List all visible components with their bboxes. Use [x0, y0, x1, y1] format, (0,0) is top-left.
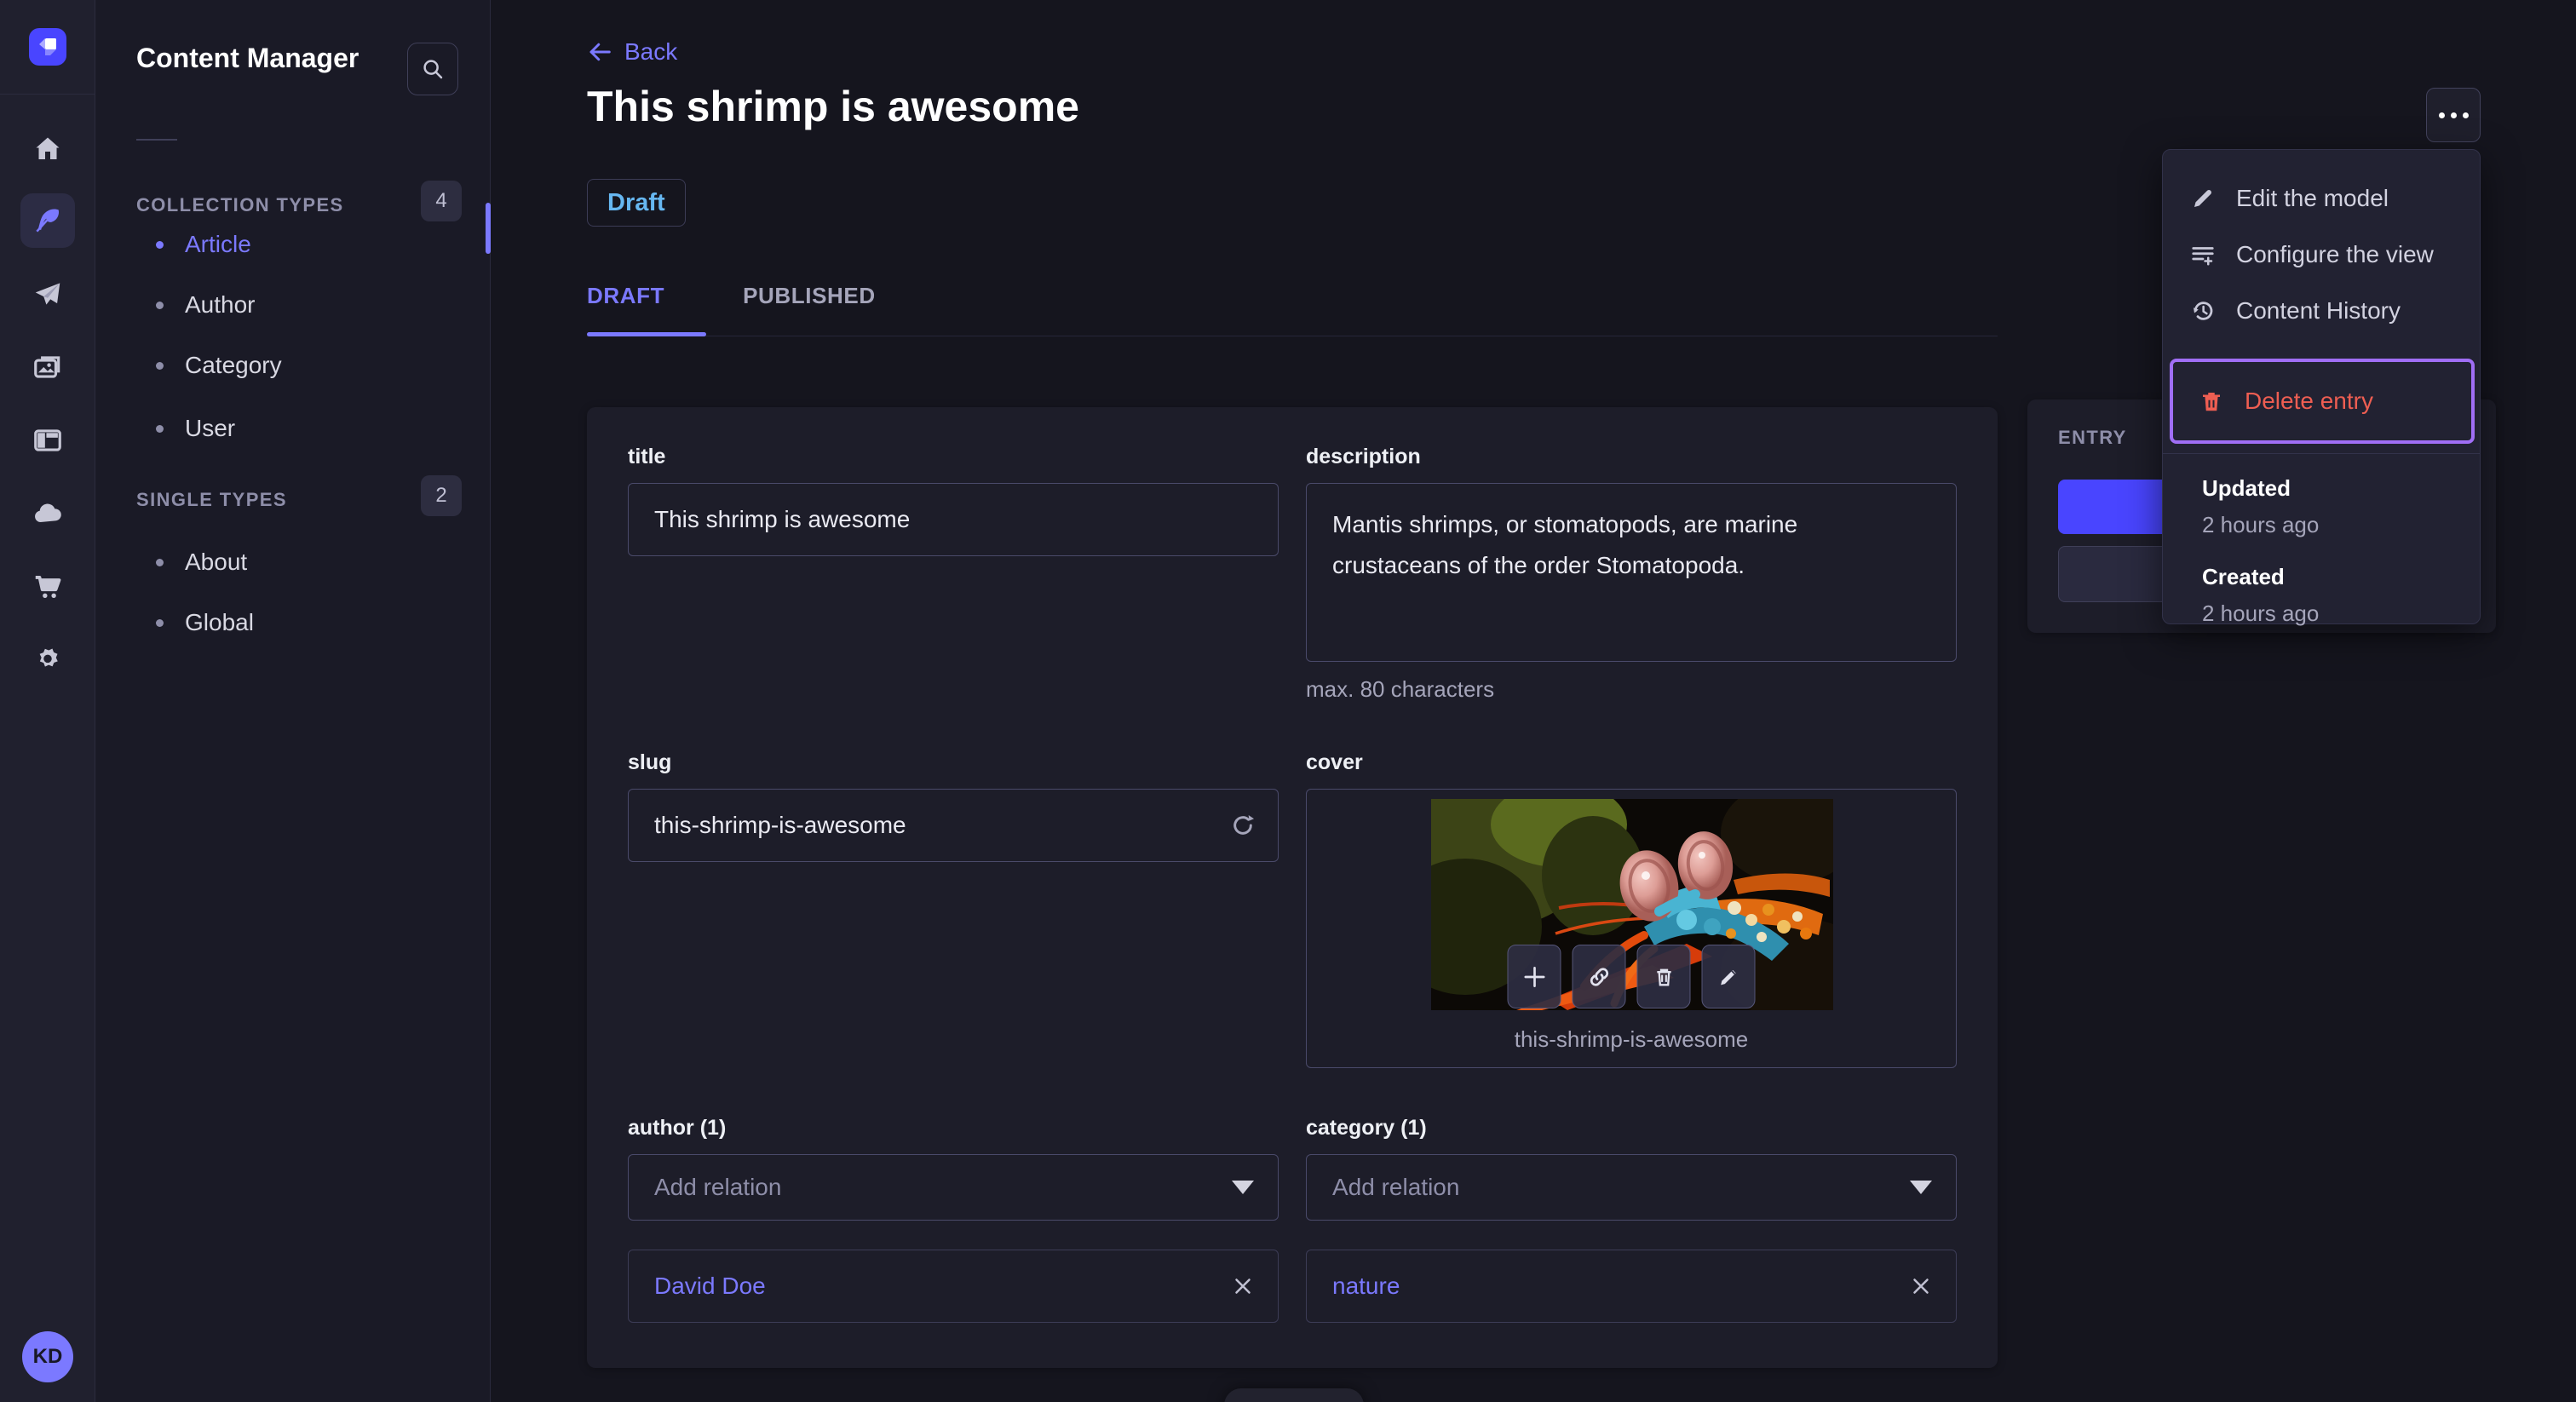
content-manager-sidebar: Content Manager COLLECTION TYPES 4 Artic… [95, 0, 491, 1402]
cover-actions [1507, 945, 1756, 1008]
configure-list-icon [2192, 247, 2214, 266]
paper-plane-icon[interactable] [20, 267, 75, 321]
media-library-icon[interactable] [20, 340, 75, 394]
description-hint: max. 80 characters [1306, 676, 1495, 702]
sidebar-item-user[interactable]: User [95, 401, 490, 456]
entry-meta: Updated 2 hours ago Created 2 hours ago [2202, 475, 2319, 627]
add-asset-button[interactable] [1507, 945, 1561, 1008]
sidebar-item-about[interactable]: About [95, 535, 490, 589]
slug-label: slug [628, 750, 672, 774]
bullet-icon [156, 301, 164, 309]
rail-divider [0, 94, 95, 95]
section-collection-types: COLLECTION TYPES [136, 194, 344, 215]
created-label: Created [2202, 564, 2285, 589]
sidebar-item-category[interactable]: Category [95, 338, 490, 393]
field-author: author (1) Add relation David Doe [628, 1116, 1279, 1323]
menu-item-edit-model[interactable]: Edit the model [2163, 170, 2480, 227]
home-icon[interactable] [20, 122, 75, 176]
user-avatar[interactable]: KD [22, 1331, 73, 1382]
main-nav-rail: KD [0, 0, 95, 1402]
field-description: description Mantis shrimps, or stomatopo… [1306, 445, 1957, 703]
tab-draft[interactable]: DRAFT [587, 283, 664, 309]
bottom-floating-element [1224, 1388, 1364, 1402]
menu-item-configure-view[interactable]: Configure the view [2163, 227, 2480, 283]
updated-value: 2 hours ago [2202, 512, 2320, 537]
category-relation-select[interactable]: Add relation [1306, 1154, 1957, 1221]
more-actions-button[interactable] [2426, 88, 2481, 142]
strapi-logo-glyph [39, 38, 56, 55]
author-relation-item: David Doe [628, 1250, 1279, 1323]
version-tabs: DRAFT PUBLISHED [587, 283, 876, 309]
main-content: Back This shrimp is awesome Draft DRAFT … [491, 0, 2576, 1402]
strapi-logo[interactable] [29, 28, 66, 66]
cover-filename: this-shrimp-is-awesome [1514, 1026, 1749, 1052]
entry-panel-title: ENTRY [2058, 427, 2127, 448]
layout-card-icon[interactable] [20, 413, 75, 468]
pencil-icon [2194, 190, 2211, 207]
category-relation-item: nature [1306, 1250, 1957, 1323]
bullet-icon [156, 424, 164, 433]
sidebar-divider [136, 139, 177, 141]
settings-gear-icon[interactable] [20, 633, 75, 687]
sidebar-item-global[interactable]: Global [95, 595, 490, 650]
search-icon [423, 60, 443, 79]
relation-link[interactable]: nature [1332, 1273, 1400, 1300]
collection-types-count-badge: 4 [421, 181, 462, 221]
description-label: description [1306, 445, 1421, 468]
entry-form-panel: title description Mantis shrimps, or sto… [587, 407, 1998, 1368]
bullet-icon [156, 558, 164, 566]
bullet-icon [156, 361, 164, 370]
copy-link-button[interactable] [1572, 945, 1626, 1008]
search-button[interactable] [407, 43, 458, 95]
delete-asset-button[interactable] [1636, 945, 1691, 1008]
author-relation-select[interactable]: Add relation [628, 1154, 1279, 1221]
sidebar-item-author[interactable]: Author [95, 278, 490, 332]
status-badge: Draft [587, 179, 686, 227]
slug-input[interactable] [628, 789, 1279, 862]
author-label: author (1) [628, 1116, 727, 1140]
updated-label: Updated [2202, 475, 2291, 501]
trash-icon [2203, 393, 2220, 411]
section-single-types: SINGLE TYPES [136, 489, 287, 510]
title-input[interactable] [628, 483, 1279, 556]
cover-label: cover [1306, 750, 1363, 774]
menu-item-content-history[interactable]: Content History [2163, 283, 2480, 339]
relation-link[interactable]: David Doe [654, 1273, 766, 1300]
sidebar-title: Content Manager [136, 43, 359, 73]
category-label: category (1) [1306, 1116, 1427, 1140]
cloud-icon[interactable] [20, 486, 75, 541]
page-title: This shrimp is awesome [587, 83, 1079, 130]
edit-asset-button[interactable] [1701, 945, 1756, 1008]
content-manager-feather-icon[interactable] [20, 193, 75, 248]
more-actions-menu: Edit the model Configure the view Conten… [2162, 149, 2481, 627]
back-arrow-icon [589, 43, 611, 61]
description-textarea[interactable]: Mantis shrimps, or stomatopods, are mari… [1306, 483, 1957, 662]
remove-relation-icon[interactable] [1908, 1273, 1934, 1299]
bullet-icon [156, 618, 164, 627]
bullet-icon [156, 240, 164, 249]
title-label: title [628, 445, 666, 468]
history-clock-icon [2194, 302, 2213, 320]
single-types-count-badge: 2 [421, 475, 462, 516]
sidebar-item-article[interactable]: Article [95, 217, 490, 272]
chevron-down-icon [1232, 1181, 1254, 1194]
chevron-down-icon [1910, 1181, 1932, 1194]
menu-divider [2163, 453, 2480, 454]
cover-asset-card: this-shrimp-is-awesome [1306, 789, 1957, 1068]
ellipsis-icon [2438, 112, 2445, 118]
marketplace-cart-icon[interactable] [20, 560, 75, 614]
tab-published[interactable]: PUBLISHED [743, 283, 876, 309]
field-cover: cover this-shrimp-is-awesome [1306, 750, 1957, 1068]
back-link[interactable]: Back [587, 38, 677, 66]
created-value: 2 hours ago [2202, 600, 2320, 626]
regenerate-slug-icon[interactable] [1229, 812, 1256, 839]
menu-item-delete-entry[interactable]: Delete entry [2170, 359, 2475, 444]
field-title: title [628, 445, 1279, 556]
remove-relation-icon[interactable] [1230, 1273, 1256, 1299]
field-category: category (1) Add relation nature [1306, 1116, 1957, 1323]
active-tab-underline [587, 332, 706, 336]
field-slug: slug [628, 750, 1279, 862]
